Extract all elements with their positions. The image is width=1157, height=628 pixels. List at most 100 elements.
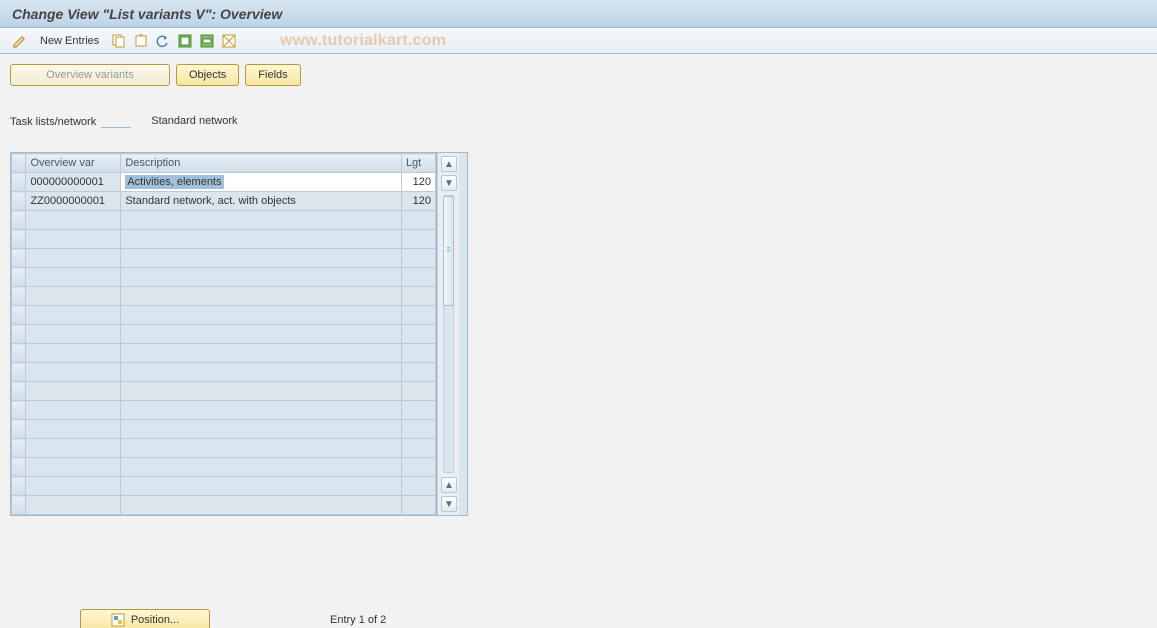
cell-lgt[interactable]: 120 (401, 173, 435, 192)
cell-overview-var[interactable] (26, 458, 121, 477)
cell-overview-var[interactable] (26, 287, 121, 306)
cell-overview-var[interactable] (26, 268, 121, 287)
cell-lgt[interactable] (401, 287, 435, 306)
undo-icon[interactable] (155, 33, 171, 49)
cell-lgt[interactable] (401, 363, 435, 382)
deselect-all-icon[interactable] (221, 33, 237, 49)
row-selector[interactable] (12, 211, 26, 230)
cell-description[interactable] (121, 249, 402, 268)
cell-description[interactable] (121, 268, 402, 287)
cell-lgt[interactable] (401, 420, 435, 439)
cell-description[interactable] (121, 325, 402, 344)
row-selector[interactable] (12, 249, 26, 268)
scroll-thumb[interactable] (443, 196, 454, 306)
row-selector[interactable] (12, 477, 26, 496)
table-row[interactable] (12, 287, 436, 306)
cell-overview-var[interactable] (26, 477, 121, 496)
cell-description[interactable] (121, 306, 402, 325)
row-selector[interactable] (12, 325, 26, 344)
cell-overview-var[interactable] (26, 211, 121, 230)
cell-overview-var[interactable] (26, 439, 121, 458)
cell-description[interactable] (121, 344, 402, 363)
cell-lgt[interactable] (401, 496, 435, 515)
row-selector[interactable] (12, 496, 26, 515)
cell-lgt[interactable] (401, 325, 435, 344)
new-entries-button[interactable]: New Entries (34, 34, 105, 48)
row-selector[interactable] (12, 439, 26, 458)
cell-overview-var[interactable] (26, 249, 121, 268)
row-selector[interactable] (12, 306, 26, 325)
scroll-track[interactable] (443, 195, 454, 473)
cell-description[interactable] (121, 382, 402, 401)
row-selector[interactable] (12, 344, 26, 363)
cell-description[interactable] (121, 287, 402, 306)
cell-lgt[interactable] (401, 439, 435, 458)
scroll-down2-icon[interactable]: ▼ (441, 496, 457, 512)
row-selector[interactable] (12, 192, 26, 211)
table-row[interactable] (12, 458, 436, 477)
vertical-scrollbar[interactable]: ▲ ▼ ▲ ▼ (437, 153, 459, 515)
cell-description[interactable] (121, 420, 402, 439)
cell-lgt[interactable] (401, 477, 435, 496)
cell-description[interactable] (121, 230, 402, 249)
table-row[interactable] (12, 249, 436, 268)
table-header-desc[interactable]: Description (121, 154, 402, 173)
table-row[interactable] (12, 268, 436, 287)
cell-description[interactable] (121, 211, 402, 230)
cell-description[interactable] (121, 401, 402, 420)
cell-lgt[interactable] (401, 306, 435, 325)
table-row[interactable] (12, 211, 436, 230)
cell-description[interactable] (121, 363, 402, 382)
table-row[interactable] (12, 230, 436, 249)
scroll-up2-icon[interactable]: ▲ (441, 477, 457, 493)
cell-lgt[interactable] (401, 401, 435, 420)
table-header-lgt[interactable]: Lgt (401, 154, 435, 173)
table-row[interactable]: 000000000001Activities, elements120 (12, 173, 436, 192)
cell-lgt[interactable] (401, 230, 435, 249)
table-row[interactable] (12, 306, 436, 325)
table-row[interactable] (12, 496, 436, 515)
cell-overview-var[interactable] (26, 363, 121, 382)
table-row[interactable] (12, 477, 436, 496)
cell-lgt[interactable] (401, 268, 435, 287)
cell-description[interactable] (121, 496, 402, 515)
cell-overview-var[interactable] (26, 230, 121, 249)
cell-lgt[interactable] (401, 458, 435, 477)
toggle-change-icon[interactable] (12, 33, 28, 49)
cell-overview-var[interactable]: ZZ0000000001 (26, 192, 121, 211)
row-selector[interactable] (12, 401, 26, 420)
cell-overview-var[interactable] (26, 344, 121, 363)
table-row[interactable] (12, 439, 436, 458)
table-row[interactable] (12, 382, 436, 401)
cell-overview-var[interactable] (26, 325, 121, 344)
position-button[interactable]: Position... (80, 609, 210, 628)
cell-lgt[interactable] (401, 382, 435, 401)
cell-overview-var[interactable] (26, 420, 121, 439)
cell-description[interactable]: Activities, elements (121, 173, 402, 192)
cell-overview-var[interactable]: 000000000001 (26, 173, 121, 192)
table-row[interactable] (12, 420, 436, 439)
select-block-icon[interactable] (199, 33, 215, 49)
tab-fields[interactable]: Fields (245, 64, 300, 86)
cell-lgt[interactable] (401, 344, 435, 363)
tab-objects[interactable]: Objects (176, 64, 239, 86)
row-selector[interactable] (12, 268, 26, 287)
cell-lgt[interactable]: 120 (401, 192, 435, 211)
delete-icon[interactable] (133, 33, 149, 49)
cell-overview-var[interactable] (26, 401, 121, 420)
row-selector[interactable] (12, 382, 26, 401)
table-header-select[interactable] (12, 154, 26, 173)
table-row[interactable] (12, 325, 436, 344)
row-selector[interactable] (12, 363, 26, 382)
cell-description[interactable]: Standard network, act. with objects (121, 192, 402, 211)
cell-lgt[interactable] (401, 249, 435, 268)
variants-table[interactable]: Overview var Description Lgt 00000000000… (11, 153, 436, 515)
scroll-up-icon[interactable]: ▲ (441, 156, 457, 172)
table-row[interactable] (12, 401, 436, 420)
cell-overview-var[interactable] (26, 496, 121, 515)
row-selector[interactable] (12, 230, 26, 249)
table-header-ovar[interactable]: Overview var (26, 154, 121, 173)
table-row[interactable] (12, 344, 436, 363)
cell-lgt[interactable] (401, 211, 435, 230)
cell-description[interactable] (121, 477, 402, 496)
